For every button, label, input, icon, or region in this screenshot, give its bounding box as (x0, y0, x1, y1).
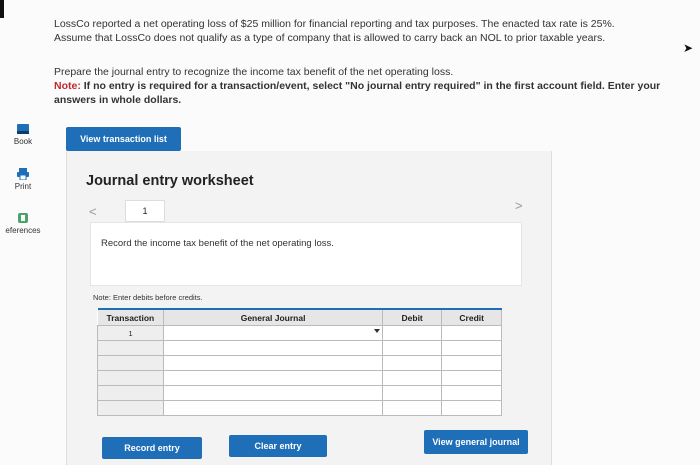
chevron-down-icon[interactable] (373, 329, 380, 333)
prev-arrow-icon[interactable]: < (89, 204, 97, 219)
account-select[interactable] (163, 400, 383, 416)
problem-line-1: LossCo reported a net operating loss of … (54, 18, 615, 30)
book-icon (17, 124, 29, 134)
note-label: Note: (54, 80, 81, 92)
credit-input[interactable] (441, 370, 502, 386)
mouse-cursor-icon: ➤ (683, 41, 694, 55)
references-icon (18, 213, 28, 223)
table-row (96, 400, 502, 416)
account-select[interactable] (163, 325, 383, 341)
credit-input[interactable] (441, 385, 502, 401)
account-select[interactable] (163, 340, 383, 356)
table-row (96, 340, 502, 356)
credit-input[interactable] (441, 355, 502, 371)
problem-line-2: Assume that LossCo does not qualify as a… (54, 32, 606, 44)
transaction-cell (96, 340, 165, 356)
next-arrow-icon[interactable]: > (515, 198, 523, 213)
debit-input[interactable] (381, 370, 443, 386)
problem-statement: LossCo reported a net operating loss of … (54, 17, 689, 107)
column-header-transaction: Transaction (97, 308, 165, 326)
column-header-general-journal: General Journal (163, 308, 383, 326)
sidebar-item-label: Print (14, 182, 32, 191)
debit-input[interactable] (381, 385, 443, 401)
credit-input[interactable] (441, 325, 502, 341)
column-header-debit: Debit (382, 308, 443, 326)
clear-entry-button[interactable]: Clear entry (229, 435, 327, 457)
worksheet-title: Journal entry worksheet (86, 173, 254, 189)
record-instruction-box: Record the income tax benefit of the net… (90, 222, 522, 286)
column-header-credit: Credit (441, 308, 502, 326)
credit-input[interactable] (441, 340, 502, 356)
sidebar-item-print[interactable]: Print (0, 168, 46, 191)
transaction-cell (96, 400, 165, 416)
problem-instruction: Prepare the journal entry to recognize t… (54, 66, 454, 78)
table-row (96, 385, 502, 401)
journal-table: Transaction General Journal Debit Credit… (96, 308, 502, 416)
record-entry-button[interactable]: Record entry (102, 437, 202, 459)
transaction-cell (96, 355, 165, 371)
table-row: 1 (96, 325, 502, 341)
debits-note: Note: Enter debits before credits. (93, 293, 203, 302)
table-row (96, 355, 502, 371)
worksheet-page-tab[interactable]: 1 (125, 200, 165, 222)
debit-input[interactable] (381, 400, 443, 416)
debit-input[interactable] (381, 355, 443, 371)
debit-input[interactable] (381, 325, 443, 341)
sidebar-item-label: Book (13, 137, 33, 146)
note-text: If no entry is required for a transactio… (54, 80, 661, 106)
account-select[interactable] (163, 355, 383, 371)
problem-note: Note: If no entry is required for a tran… (54, 79, 689, 107)
transaction-cell (96, 370, 165, 386)
printer-icon (17, 168, 29, 180)
view-general-journal-button[interactable]: View general journal (424, 430, 528, 454)
account-select[interactable] (163, 370, 383, 386)
journal-header-row: Transaction General Journal Debit Credit (97, 308, 502, 326)
transaction-cell: 1 (96, 325, 165, 341)
window-edge-bar (0, 0, 4, 18)
sidebar-item-references[interactable]: eferences (0, 212, 46, 235)
record-instruction-text: Record the income tax benefit of the net… (101, 238, 334, 249)
debit-input[interactable] (381, 340, 443, 356)
view-transaction-list-button[interactable]: View transaction list (66, 127, 181, 151)
credit-input[interactable] (441, 400, 502, 416)
sidebar-item-book[interactable]: Book (0, 123, 46, 146)
sidebar-item-label: eferences (5, 226, 41, 235)
table-row (96, 370, 502, 386)
transaction-cell (96, 385, 165, 401)
account-select[interactable] (163, 385, 383, 401)
